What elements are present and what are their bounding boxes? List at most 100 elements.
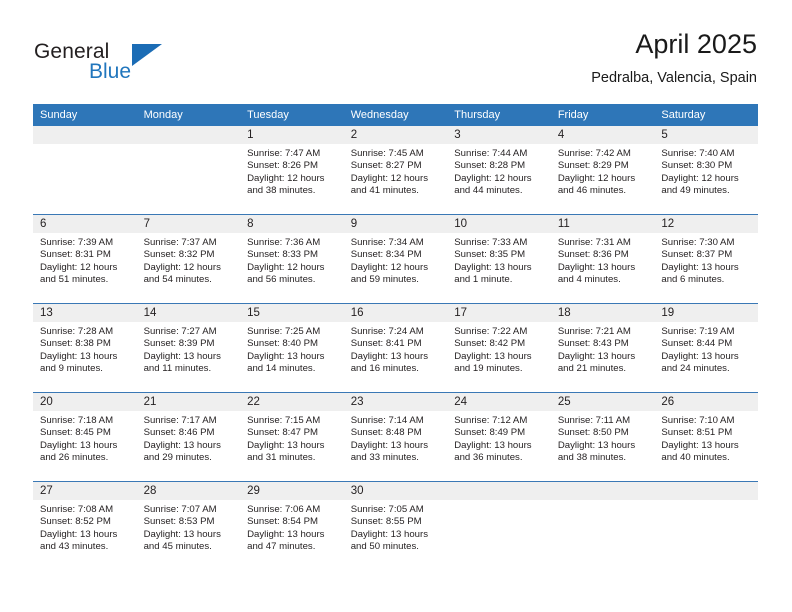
sunrise-time: Sunrise: 7:45 AM bbox=[350, 148, 424, 159]
day-cell[interactable]: 19 Sunrise: 7:19 AM Sunset: 8:44 PM Dayligh… bbox=[654, 303, 758, 393]
daylight-duration-line1: Daylight: 12 hours bbox=[247, 172, 325, 184]
day-details: Sunrise: 7:06 AM Sunset: 8:54 PM Daylight:… bbox=[240, 500, 344, 553]
day-cell[interactable]: 16 Sunrise: 7:24 AM Sunset: 8:41 PM Dayligh… bbox=[343, 303, 448, 393]
daylight-duration-line2: and 14 minutes. bbox=[247, 362, 316, 374]
day-cell[interactable]: 4 Sunrise: 7:42 AM Sunset: 8:29 PM Daylight… bbox=[550, 126, 655, 215]
day-number bbox=[447, 482, 551, 500]
daylight-duration-line2: and 56 minutes. bbox=[247, 273, 316, 285]
calendar-page: General Blue April 2025 Pedralba, Valenc… bbox=[0, 0, 792, 612]
day-cell[interactable]: 20 Sunrise: 7:18 AM Sunset: 8:45 PM Dayligh… bbox=[33, 392, 137, 482]
day-cell[interactable]: 11 Sunrise: 7:31 AM Sunset: 8:36 PM Dayligh… bbox=[550, 214, 655, 304]
day-cell-inner bbox=[550, 482, 655, 570]
day-cell-empty bbox=[33, 126, 137, 215]
day-cell-inner: 20 Sunrise: 7:18 AM Sunset: 8:45 PM Dayligh… bbox=[33, 393, 137, 481]
daylight-duration-line2: and 21 minutes. bbox=[557, 362, 627, 374]
day-cell[interactable]: 12 Sunrise: 7:30 AM Sunset: 8:37 PM Dayligh… bbox=[654, 214, 758, 304]
sunset-time: Sunset: 8:32 PM bbox=[143, 249, 215, 261]
day-cell-inner: 11 Sunrise: 7:31 AM Sunset: 8:36 PM Dayligh… bbox=[550, 215, 655, 303]
day-cell-inner: 1 Sunrise: 7:47 AM Sunset: 8:26 PM Daylight… bbox=[240, 126, 344, 214]
sunrise-time: Sunrise: 7:08 AM bbox=[40, 504, 114, 515]
sunset-time: Sunset: 8:28 PM bbox=[454, 160, 526, 172]
day-cell-empty bbox=[550, 481, 655, 570]
sunrise-time: Sunrise: 7:44 AM bbox=[454, 148, 528, 159]
day-cell-inner: 9 Sunrise: 7:34 AM Sunset: 8:34 PM Daylight… bbox=[343, 215, 448, 303]
day-cell[interactable]: 15 Sunrise: 7:25 AM Sunset: 8:40 PM Dayligh… bbox=[240, 303, 344, 393]
day-cell[interactable]: 25 Sunrise: 7:11 AM Sunset: 8:50 PM Dayligh… bbox=[550, 392, 655, 482]
day-cell[interactable]: 22 Sunrise: 7:15 AM Sunset: 8:47 PM Dayligh… bbox=[240, 392, 344, 482]
day-cell[interactable]: 24 Sunrise: 7:12 AM Sunset: 8:49 PM Dayligh… bbox=[447, 392, 551, 482]
day-cell[interactable]: 26 Sunrise: 7:10 AM Sunset: 8:51 PM Dayligh… bbox=[654, 392, 758, 482]
daylight-duration-line2: and 38 minutes. bbox=[247, 184, 316, 196]
day-details: Sunrise: 7:37 AM Sunset: 8:32 PM Daylight:… bbox=[137, 233, 241, 286]
day-cell[interactable]: 29 Sunrise: 7:06 AM Sunset: 8:54 PM Dayligh… bbox=[240, 481, 344, 570]
day-cell[interactable]: 14 Sunrise: 7:27 AM Sunset: 8:39 PM Dayligh… bbox=[136, 303, 241, 393]
sunrise-time: Sunrise: 7:36 AM bbox=[247, 237, 321, 248]
page-subtitle: Pedralba, Valencia, Spain bbox=[591, 70, 757, 86]
day-number: 14 bbox=[136, 304, 241, 322]
day-number bbox=[33, 126, 137, 144]
day-cell[interactable]: 30 Sunrise: 7:05 AM Sunset: 8:55 PM Dayligh… bbox=[343, 481, 448, 570]
sunrise-time: Sunrise: 7:31 AM bbox=[557, 237, 631, 248]
sunrise-time: Sunrise: 7:39 AM bbox=[40, 237, 114, 248]
day-cell[interactable]: 21 Sunrise: 7:17 AM Sunset: 8:46 PM Dayligh… bbox=[136, 392, 241, 482]
daylight-duration-line1: Daylight: 13 hours bbox=[661, 261, 739, 273]
day-number: 20 bbox=[33, 393, 137, 411]
daylight-duration-line2: and 38 minutes. bbox=[557, 451, 627, 463]
day-cell[interactable]: 27 Sunrise: 7:08 AM Sunset: 8:52 PM Dayligh… bbox=[33, 481, 137, 570]
daylight-duration-line2: and 49 minutes. bbox=[661, 184, 730, 196]
sunrise-sunset-calendar: Sunday Monday Tuesday Wednesday Thursday Frid… bbox=[33, 104, 758, 570]
day-details: Sunrise: 7:18 AM Sunset: 8:45 PM Daylight:… bbox=[33, 411, 137, 464]
daylight-duration-line2: and 19 minutes. bbox=[454, 362, 523, 374]
day-cell[interactable]: 8 Sunrise: 7:36 AM Sunset: 8:33 PM Daylight… bbox=[240, 214, 344, 304]
day-number: 13 bbox=[33, 304, 137, 322]
daylight-duration-line1: Daylight: 13 hours bbox=[350, 528, 429, 540]
generalblue-logo[interactable]: General Blue bbox=[34, 28, 214, 88]
sunrise-time: Sunrise: 7:17 AM bbox=[143, 415, 217, 426]
weekday-header-thursday: Thursday bbox=[447, 104, 551, 126]
weekday-header-sunday: Sunday bbox=[33, 104, 137, 126]
daylight-duration-line1: Daylight: 13 hours bbox=[454, 439, 532, 451]
day-details: Sunrise: 7:27 AM Sunset: 8:39 PM Daylight:… bbox=[137, 322, 241, 375]
day-cell[interactable]: 13 Sunrise: 7:28 AM Sunset: 8:38 PM Dayligh… bbox=[33, 303, 137, 393]
sunset-time: Sunset: 8:51 PM bbox=[661, 427, 733, 439]
day-cell[interactable]: 17 Sunrise: 7:22 AM Sunset: 8:42 PM Dayligh… bbox=[447, 303, 551, 393]
sunset-time: Sunset: 8:50 PM bbox=[557, 427, 629, 439]
day-cell[interactable]: 9 Sunrise: 7:34 AM Sunset: 8:34 PM Daylight… bbox=[343, 214, 448, 304]
daylight-duration-line1: Daylight: 12 hours bbox=[557, 172, 636, 184]
day-number: 3 bbox=[447, 126, 551, 144]
day-cell[interactable]: 23 Sunrise: 7:14 AM Sunset: 8:48 PM Dayligh… bbox=[343, 392, 448, 482]
day-details: Sunrise: 7:11 AM Sunset: 8:50 PM Daylight:… bbox=[551, 411, 655, 464]
daylight-duration-line1: Daylight: 13 hours bbox=[40, 439, 118, 451]
day-cell-inner: 3 Sunrise: 7:44 AM Sunset: 8:28 PM Daylight… bbox=[447, 126, 551, 214]
day-cell-inner bbox=[33, 126, 137, 214]
day-cell[interactable]: 1 Sunrise: 7:47 AM Sunset: 8:26 PM Daylight… bbox=[240, 126, 344, 215]
day-cell[interactable]: 2 Sunrise: 7:45 AM Sunset: 8:27 PM Daylight… bbox=[343, 126, 448, 215]
day-details: Sunrise: 7:14 AM Sunset: 8:48 PM Daylight:… bbox=[344, 411, 448, 464]
day-number: 27 bbox=[33, 482, 137, 500]
day-cell[interactable]: 10 Sunrise: 7:33 AM Sunset: 8:35 PM Dayligh… bbox=[447, 214, 551, 304]
day-number: 18 bbox=[550, 304, 655, 322]
daylight-duration-line1: Daylight: 13 hours bbox=[557, 439, 636, 451]
day-cell[interactable]: 5 Sunrise: 7:40 AM Sunset: 8:30 PM Daylight… bbox=[654, 126, 758, 215]
day-number: 10 bbox=[447, 215, 551, 233]
daylight-duration-line2: and 41 minutes. bbox=[350, 184, 419, 196]
day-cell[interactable]: 7 Sunrise: 7:37 AM Sunset: 8:32 PM Daylight… bbox=[136, 214, 241, 304]
day-details: Sunrise: 7:12 AM Sunset: 8:49 PM Daylight:… bbox=[447, 411, 551, 464]
sunset-time: Sunset: 8:54 PM bbox=[247, 516, 319, 528]
day-number: 6 bbox=[33, 215, 137, 233]
sunrise-time: Sunrise: 7:47 AM bbox=[247, 148, 321, 159]
day-details: Sunrise: 7:34 AM Sunset: 8:34 PM Daylight:… bbox=[344, 233, 448, 286]
day-cell[interactable]: 18 Sunrise: 7:21 AM Sunset: 8:43 PM Dayligh… bbox=[550, 303, 655, 393]
day-cell[interactable]: 3 Sunrise: 7:44 AM Sunset: 8:28 PM Daylight… bbox=[447, 126, 551, 215]
day-details: Sunrise: 7:07 AM Sunset: 8:53 PM Daylight:… bbox=[137, 500, 241, 553]
day-number: 30 bbox=[343, 482, 448, 500]
sunrise-time: Sunrise: 7:27 AM bbox=[143, 326, 217, 337]
sunrise-time: Sunrise: 7:07 AM bbox=[143, 504, 217, 515]
day-cell[interactable]: 28 Sunrise: 7:07 AM Sunset: 8:53 PM Dayligh… bbox=[136, 481, 241, 570]
sunset-time: Sunset: 8:45 PM bbox=[40, 427, 111, 439]
day-number bbox=[550, 482, 655, 500]
day-details: Sunrise: 7:10 AM Sunset: 8:51 PM Daylight:… bbox=[654, 411, 758, 464]
daylight-duration-line2: and 50 minutes. bbox=[350, 540, 419, 552]
day-cell-inner: 19 Sunrise: 7:19 AM Sunset: 8:44 PM Dayligh… bbox=[654, 304, 758, 392]
day-cell[interactable]: 6 Sunrise: 7:39 AM Sunset: 8:31 PM Daylight… bbox=[33, 214, 137, 304]
